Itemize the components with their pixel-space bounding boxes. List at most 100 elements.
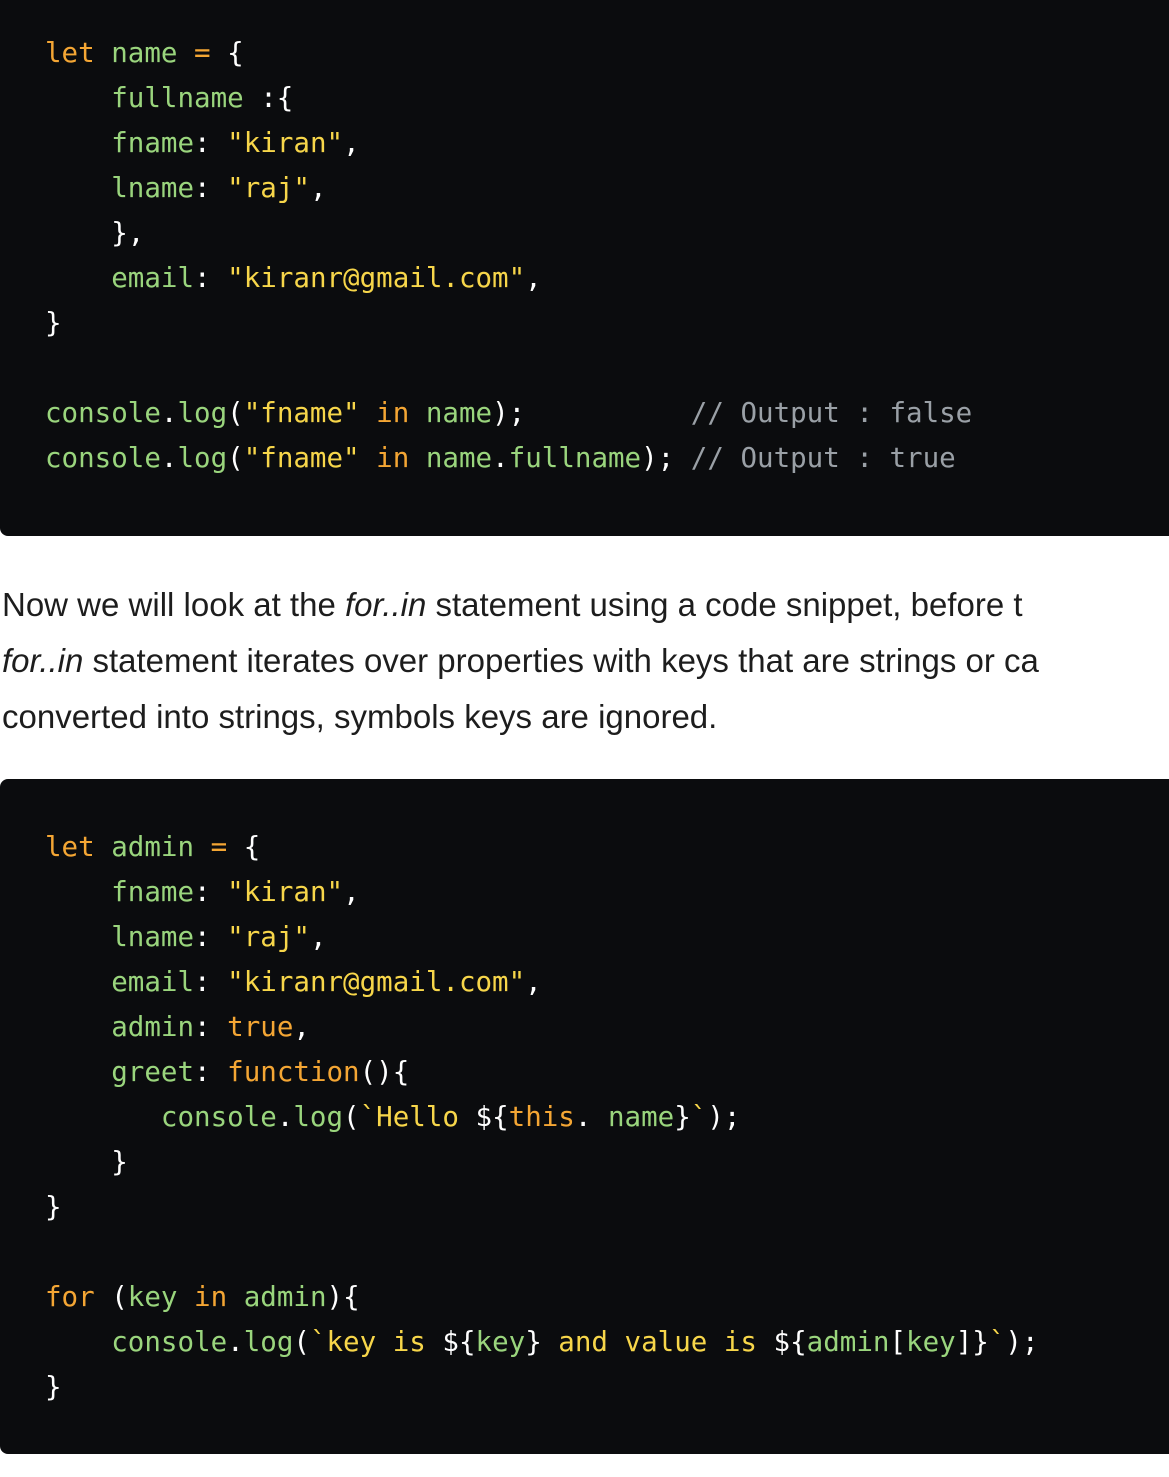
code-line: console.log(`Hello ${this. name}`); [45,1095,1169,1140]
code-token: ){ [326,1281,360,1313]
code-token: // Output : false [690,397,973,429]
code-token: let [45,831,95,863]
code-line: lname: "raj", [45,915,1169,960]
code-token: log [177,397,228,429]
code-token: `Hello [359,1101,476,1133]
code-token: "kiran" [227,127,344,159]
code-token: console [45,442,161,474]
code-token: } [525,1326,542,1358]
code-token: lname [111,172,195,204]
italic-code-term: for..in [2,642,84,679]
code-token: , [293,1011,310,1043]
code-token: let [45,37,95,69]
paragraph-text: statement iterates over properties with … [83,642,1039,679]
code-token: function [227,1056,360,1088]
code-token: ( [94,1281,128,1313]
code-token: }, [45,217,145,249]
code-token: for [45,1281,95,1313]
code-token: log [293,1101,344,1133]
code-token: fullname [111,82,244,114]
code-token: : [194,262,228,294]
code-token: : [194,876,228,908]
code-line: } [45,1185,1169,1230]
code-token: . [160,397,178,429]
code-token: ( [227,397,244,429]
code-token: ]} [955,1326,989,1358]
paragraph-line: converted into strings, symbols keys are… [2,689,1169,745]
italic-code-term: for..in [344,586,427,623]
code-token: , [525,966,542,998]
code-token: { [210,37,244,69]
code-token: . [160,442,178,474]
code-token: "raj" [227,921,310,953]
code-line: email: "kiranr@gmail.com", [45,960,1169,1005]
code-token: fullname [508,442,642,474]
code-token: ); [707,1101,741,1133]
code-token: "kiranr@gmail.com" [227,262,526,294]
code-token: } [45,307,62,339]
code-token: name [111,37,178,69]
code-line: for (key in admin){ [45,1275,1169,1320]
code-token: : [194,921,228,953]
code-token: admin [806,1326,890,1358]
code-token: : [194,172,228,204]
code-token: ( [227,442,244,474]
code-line: ​ [45,346,1169,391]
code-line: fullname :{ [45,76,1169,121]
code-token: admin [243,1281,327,1313]
code-token: ( [293,1326,310,1358]
code-token: ` [988,1326,1006,1358]
code-token: "kiranr@gmail.com" [227,966,526,998]
code-token: , [309,921,327,953]
code-token: "fname" [243,442,360,474]
code-token: . [574,1101,608,1133]
code-token: in [376,397,410,429]
code-token: : [194,1011,228,1043]
code-token: key [127,1281,178,1313]
code-line: greet: function(){ [45,1050,1169,1095]
code-token: , [309,172,327,204]
code-token: "raj" [227,172,310,204]
code-line: lname: "raj", [45,166,1169,211]
code-token: } [45,1146,128,1178]
code-token: `key is [309,1326,443,1358]
paragraph-line: for..in statement iterates over properti… [2,633,1169,689]
code-block-for-in-loop: let admin = { fname: "kiran", lname: "ra… [0,779,1169,1454]
code-token: console [111,1326,228,1358]
code-token: fname [111,127,195,159]
for-in-paragraph: Now we will look at the for..in statemen… [2,577,1169,745]
code-line: fname: "kiran", [45,870,1169,915]
code-token: [ [889,1326,907,1358]
code-token: :{ [243,82,294,114]
code-token: . [227,1326,244,1358]
code-line: } [45,301,1169,346]
code-token: } [674,1101,691,1133]
code-token: console [45,397,161,429]
code-token: in [194,1281,228,1313]
code-token: lname [111,921,195,953]
code-token: . [276,1101,294,1133]
code-token: email [111,262,195,294]
code-line: }, [45,211,1169,256]
code-line: email: "kiranr@gmail.com", [45,256,1169,301]
code-token: true [227,1011,294,1043]
code-token: name [608,1101,675,1133]
code-token: , [525,262,542,294]
